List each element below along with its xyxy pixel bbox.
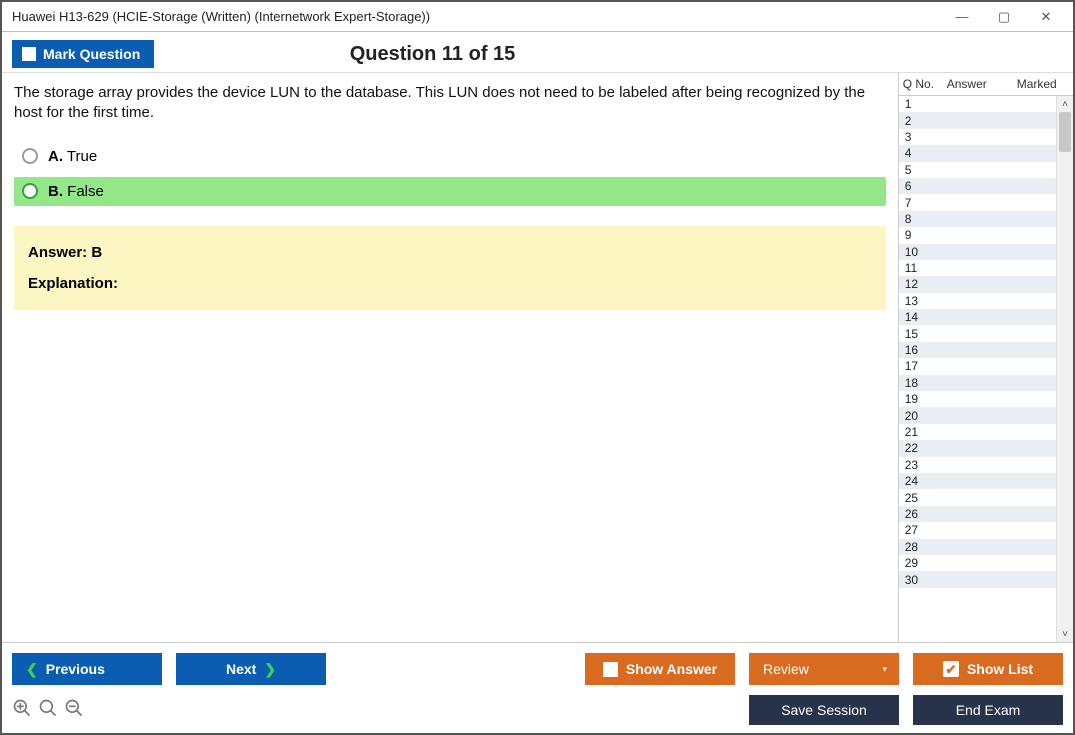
question-list-header: Q No. Answer Marked [899, 73, 1073, 96]
list-item[interactable]: 10 [899, 244, 1056, 260]
list-item[interactable]: 28 [899, 539, 1056, 555]
option-label: True [67, 148, 97, 165]
zoom-controls [12, 698, 84, 723]
radio-icon [22, 183, 38, 199]
option-letter: B. [48, 183, 63, 200]
list-item[interactable]: 2 [899, 112, 1056, 128]
end-exam-button[interactable]: End Exam [913, 695, 1063, 725]
close-icon[interactable]: ✕ [1025, 3, 1067, 31]
option-b[interactable]: B. False [14, 177, 886, 206]
list-item[interactable]: 8 [899, 211, 1056, 227]
explanation-label: Explanation: [28, 275, 872, 292]
list-item[interactable]: 13 [899, 293, 1056, 309]
list-item[interactable]: 3 [899, 129, 1056, 145]
review-label: Review [763, 661, 809, 677]
show-answer-label: Show Answer [626, 661, 717, 677]
chevron-down-icon: ▾ [882, 664, 887, 675]
check-icon: ✔ [943, 661, 959, 677]
list-item[interactable]: 29 [899, 555, 1056, 571]
list-item[interactable]: 26 [899, 506, 1056, 522]
footer-row-primary: ❮ Previous Next ❯ Show Answer Review ▾ ✔… [12, 653, 1063, 685]
answer-line: Answer: B [28, 244, 872, 261]
scroll-thumb[interactable] [1059, 112, 1071, 152]
previous-label: Previous [46, 661, 105, 677]
list-item[interactable]: 14 [899, 309, 1056, 325]
mark-question-button[interactable]: Mark Question [12, 40, 154, 68]
list-item[interactable]: 18 [899, 375, 1056, 391]
end-exam-label: End Exam [956, 702, 1021, 718]
app-window: Huawei H13-629 (HCIE-Storage (Written) (… [0, 0, 1075, 735]
list-item[interactable]: 11 [899, 260, 1056, 276]
question-list-panel: Q No. Answer Marked 12345678910111213141… [898, 73, 1073, 642]
footer-row-secondary: Save Session End Exam [12, 695, 1063, 725]
radio-icon [22, 148, 38, 164]
next-label: Next [226, 661, 256, 677]
list-item[interactable]: 12 [899, 276, 1056, 292]
show-answer-button[interactable]: Show Answer [585, 653, 735, 685]
checkbox-icon [22, 47, 36, 61]
scrollbar[interactable]: ˄ ˅ [1056, 96, 1073, 642]
col-marked: Marked [1013, 73, 1073, 95]
list-item[interactable]: 27 [899, 522, 1056, 538]
list-item[interactable]: 23 [899, 457, 1056, 473]
previous-button[interactable]: ❮ Previous [12, 653, 162, 685]
col-qno: Q No. [899, 73, 943, 95]
list-item[interactable]: 20 [899, 407, 1056, 423]
zoom-out-icon[interactable] [64, 698, 84, 723]
question-pane: The storage array provides the device LU… [2, 73, 898, 642]
col-answer: Answer [943, 73, 1013, 95]
list-item[interactable]: 9 [899, 227, 1056, 243]
next-button[interactable]: Next ❯ [176, 653, 326, 685]
list-item[interactable]: 5 [899, 162, 1056, 178]
list-item[interactable]: 1 [899, 96, 1056, 112]
list-item[interactable]: 22 [899, 440, 1056, 456]
list-item[interactable]: 15 [899, 325, 1056, 341]
list-item[interactable]: 25 [899, 489, 1056, 505]
window-title: Huawei H13-629 (HCIE-Storage (Written) (… [12, 9, 430, 24]
list-item[interactable]: 17 [899, 358, 1056, 374]
list-item[interactable]: 24 [899, 473, 1056, 489]
zoom-icon[interactable] [38, 698, 58, 723]
scroll-up-icon[interactable]: ˄ [1057, 96, 1073, 112]
top-strip: Mark Question Question 11 of 15 [2, 32, 1073, 73]
checkbox-icon [603, 662, 618, 677]
answer-panel: Answer: B Explanation: [14, 226, 886, 310]
list-item[interactable]: 4 [899, 145, 1056, 161]
show-list-label: Show List [967, 661, 1033, 677]
question-text: The storage array provides the device LU… [14, 83, 886, 124]
chevron-right-icon: ❯ [264, 661, 276, 678]
window-controls: — ▢ ✕ [941, 3, 1067, 31]
question-list[interactable]: 1234567891011121314151617181920212223242… [899, 96, 1056, 642]
minimize-icon[interactable]: — [941, 3, 983, 31]
list-item[interactable]: 30 [899, 571, 1056, 587]
option-a[interactable]: A. True [14, 142, 886, 171]
main-row: The storage array provides the device LU… [2, 73, 1073, 642]
title-bar: Huawei H13-629 (HCIE-Storage (Written) (… [2, 2, 1073, 32]
list-item[interactable]: 19 [899, 391, 1056, 407]
show-list-button[interactable]: ✔ Show List [913, 653, 1063, 685]
save-session-button[interactable]: Save Session [749, 695, 899, 725]
scroll-down-icon[interactable]: ˅ [1057, 626, 1073, 642]
maximize-icon[interactable]: ▢ [983, 3, 1025, 31]
review-button[interactable]: Review ▾ [749, 653, 899, 685]
zoom-in-icon[interactable] [12, 698, 32, 723]
list-item[interactable]: 7 [899, 194, 1056, 210]
list-item[interactable]: 21 [899, 424, 1056, 440]
list-item[interactable]: 6 [899, 178, 1056, 194]
option-label: False [67, 183, 104, 200]
save-session-label: Save Session [781, 702, 867, 718]
mark-question-label: Mark Question [43, 46, 140, 62]
list-item[interactable]: 16 [899, 342, 1056, 358]
option-letter: A. [48, 148, 63, 165]
chevron-left-icon: ❮ [26, 661, 38, 678]
footer: ❮ Previous Next ❯ Show Answer Review ▾ ✔… [2, 642, 1073, 733]
